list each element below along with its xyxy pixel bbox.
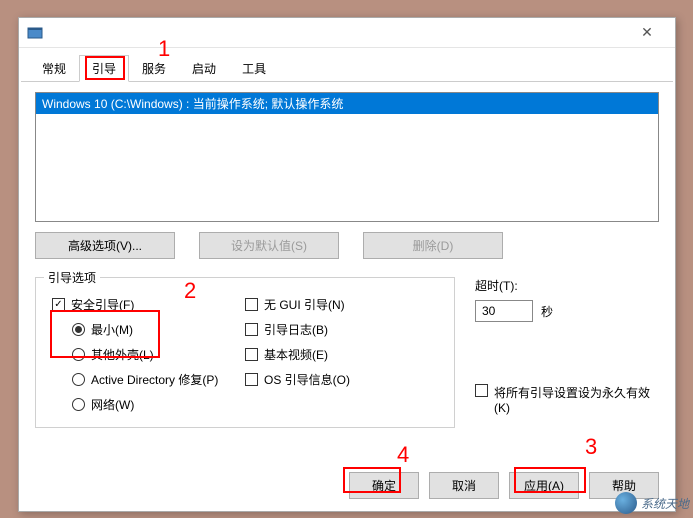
tab-tools[interactable]: 工具 bbox=[229, 55, 279, 82]
basevideo-label: 基本视频(E) bbox=[264, 346, 328, 363]
bootlog-label: 引导日志(B) bbox=[264, 321, 328, 338]
permanent-label: 将所有引导设置设为永久有效(K) bbox=[494, 384, 659, 415]
annotation-label-1: 1 bbox=[158, 36, 170, 62]
bootlog-checkbox[interactable] bbox=[245, 323, 258, 336]
altshell-radio[interactable] bbox=[72, 348, 85, 361]
altshell-label: 其他外壳(L) bbox=[91, 346, 154, 363]
os-listbox[interactable]: Windows 10 (C:\Windows) : 当前操作系统; 默认操作系统 bbox=[35, 92, 659, 222]
close-button[interactable]: ✕ bbox=[627, 19, 667, 47]
os-list-item[interactable]: Windows 10 (C:\Windows) : 当前操作系统; 默认操作系统 bbox=[36, 93, 658, 114]
safeboot-label: 安全引导(F) bbox=[71, 296, 134, 313]
set-default-button: 设为默认值(S) bbox=[199, 232, 339, 259]
timeout-input[interactable]: 30 bbox=[475, 300, 533, 322]
tab-content: Windows 10 (C:\Windows) : 当前操作系统; 默认操作系统… bbox=[19, 82, 675, 438]
tab-startup[interactable]: 启动 bbox=[179, 55, 229, 82]
network-label: 网络(W) bbox=[91, 396, 134, 413]
adrepair-radio[interactable] bbox=[72, 373, 85, 386]
annotation-label-2: 2 bbox=[184, 278, 196, 304]
tab-boot[interactable]: 引导 bbox=[79, 55, 129, 82]
safeboot-checkbox[interactable]: ✓ bbox=[52, 298, 65, 311]
annotation-label-3: 3 bbox=[585, 434, 597, 460]
minimal-label: 最小(M) bbox=[91, 321, 133, 338]
cancel-button[interactable]: 取消 bbox=[429, 472, 499, 499]
permanent-checkbox[interactable] bbox=[475, 384, 488, 397]
watermark: 系统天地 bbox=[615, 492, 689, 514]
boot-options-group: 引导选项 ✓ 安全引导(F) 最小(M) bbox=[35, 277, 455, 428]
tab-services[interactable]: 服务 bbox=[129, 55, 179, 82]
tab-bar: 常规 引导 服务 启动 工具 bbox=[21, 48, 673, 82]
basevideo-checkbox[interactable] bbox=[245, 348, 258, 361]
msconfig-dialog: ✕ 常规 引导 服务 启动 工具 Windows 10 (C:\Windows)… bbox=[18, 17, 676, 512]
apply-button[interactable]: 应用(A) bbox=[509, 472, 579, 499]
annotation-label-4: 4 bbox=[397, 442, 409, 468]
os-button-row: 高级选项(V)... 设为默认值(S) 删除(D) bbox=[35, 232, 659, 259]
ok-button[interactable]: 确定 bbox=[349, 472, 419, 499]
group-title: 引导选项 bbox=[44, 269, 100, 286]
app-icon bbox=[27, 25, 43, 41]
dialog-button-row: 确定 取消 应用(A) 帮助 bbox=[349, 472, 659, 499]
timeout-label: 超时(T): bbox=[475, 277, 659, 294]
watermark-icon bbox=[615, 492, 637, 514]
network-radio[interactable] bbox=[72, 398, 85, 411]
tab-general[interactable]: 常规 bbox=[29, 55, 79, 82]
timeout-unit: 秒 bbox=[541, 303, 553, 320]
osbootinfo-checkbox[interactable] bbox=[245, 373, 258, 386]
advanced-button[interactable]: 高级选项(V)... bbox=[35, 232, 175, 259]
watermark-text: 系统天地 bbox=[641, 495, 689, 512]
minimal-radio[interactable] bbox=[72, 323, 85, 336]
osbootinfo-label: OS 引导信息(O) bbox=[264, 371, 350, 388]
titlebar: ✕ bbox=[19, 18, 675, 48]
nogui-label: 无 GUI 引导(N) bbox=[264, 296, 345, 313]
adrepair-label: Active Directory 修复(P) bbox=[91, 371, 218, 388]
nogui-checkbox[interactable] bbox=[245, 298, 258, 311]
delete-button: 删除(D) bbox=[363, 232, 503, 259]
